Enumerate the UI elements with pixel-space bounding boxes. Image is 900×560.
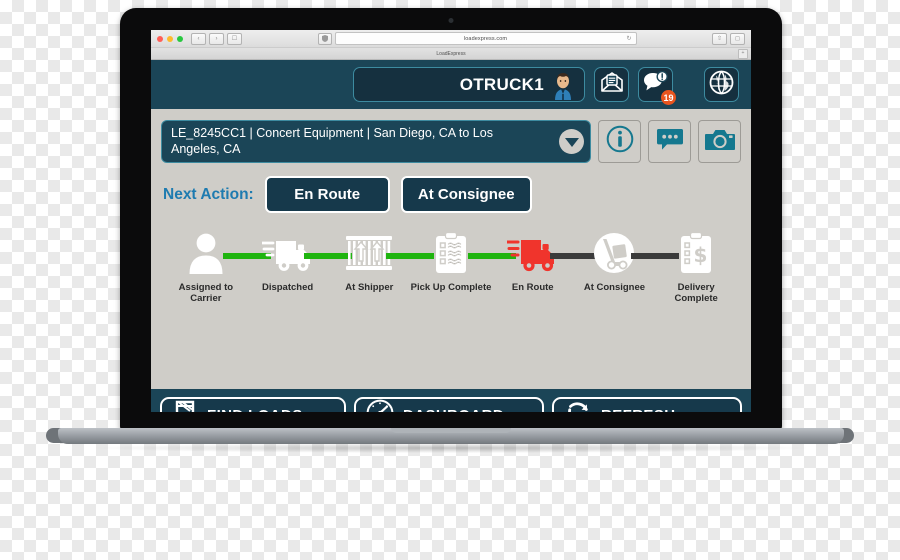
- progress-step-at-consignee[interactable]: At Consignee: [574, 231, 680, 293]
- app-header: OTRUCK1 19: [151, 60, 751, 109]
- shield-icon[interactable]: [317, 32, 332, 45]
- mail-button[interactable]: [594, 67, 629, 102]
- refresh-label: REFRESH: [601, 407, 675, 412]
- progress-step-assigned-to-carrier[interactable]: Assigned to Carrier: [165, 231, 271, 305]
- progress-step-label: At Consignee: [583, 282, 646, 293]
- progress-step-pick-up-complete[interactable]: Pick Up Complete: [410, 231, 516, 293]
- alerts-button[interactable]: 19: [638, 67, 676, 105]
- refresh-button[interactable]: REFRESH: [552, 397, 742, 412]
- progress-step-label: Delivery Complete: [674, 282, 718, 305]
- reload-icon[interactable]: ↻: [626, 36, 631, 42]
- globe-button[interactable]: [704, 67, 739, 102]
- dashboard-label: DASHBOARD: [403, 407, 504, 412]
- progress-step-label: At Shipper: [345, 282, 394, 293]
- load-message-button[interactable]: [648, 120, 691, 163]
- browser-right-buttons[interactable]: ⇧ ◻: [712, 32, 745, 45]
- alerts-badge: 19: [661, 90, 676, 105]
- load-info-button[interactable]: [598, 120, 641, 163]
- laptop-base: [58, 428, 844, 444]
- next-action-row: Next Action: En Route At Consignee: [161, 176, 741, 213]
- app-footer: FIND LOADS: [151, 389, 751, 412]
- envelope-icon: [600, 71, 624, 98]
- user-name: OTRUCK1: [459, 74, 544, 94]
- progress-step-delivery-complete[interactable]: $ Delivery Complete: [655, 231, 737, 305]
- progress-stepper: Assigned to Carrier Dispatched At Shippe…: [161, 231, 741, 305]
- url-text: loadexpress.com: [463, 35, 508, 42]
- person-icon: [186, 231, 226, 275]
- camera-icon: [704, 127, 735, 157]
- clipboard-dollar-icon: $: [679, 231, 713, 275]
- info-icon: [606, 125, 634, 158]
- svg-text:$: $: [694, 243, 708, 267]
- magnet-search-icon: [172, 399, 198, 412]
- laptop-shadow: [96, 443, 806, 453]
- next-action-at-consignee-button[interactable]: At Consignee: [400, 176, 532, 213]
- user-avatar-icon: [548, 70, 578, 100]
- address-bar[interactable]: loadexpress.com ↻: [334, 32, 637, 45]
- laptop-screen: ‹ › ☐ loadexpress.com ↻ ⇧ ◻ LoadExpress …: [151, 30, 751, 412]
- chevron-down-circle-icon[interactable]: [559, 129, 584, 154]
- progress-step-label: Dispatched: [261, 282, 314, 293]
- progress-step-label: Pick Up Complete: [410, 282, 492, 293]
- progress-step-label: Assigned to Carrier: [178, 282, 234, 305]
- minimize-window-icon[interactable]: [167, 35, 173, 42]
- clipboard-icon: [434, 231, 468, 275]
- load-summary-row: LE_8245CC1 | Concert Equipment | San Die…: [161, 120, 741, 163]
- laptop-lid: ‹ › ☐ loadexpress.com ↻ ⇧ ◻ LoadExpress …: [120, 8, 782, 432]
- dashboard-button[interactable]: DASHBOARD: [354, 397, 544, 412]
- browser-tab-bar[interactable]: LoadExpress +: [151, 47, 751, 59]
- tab-title: LoadExpress: [436, 50, 466, 57]
- load-camera-button[interactable]: [698, 120, 741, 163]
- main-content: LE_8245CC1 | Concert Equipment | San Die…: [151, 109, 751, 389]
- new-tab-icon[interactable]: ◻: [730, 32, 745, 45]
- refresh-icon: [564, 399, 592, 412]
- maximize-window-icon[interactable]: [177, 35, 183, 42]
- gauge-icon: [366, 399, 394, 412]
- back-icon[interactable]: ‹: [191, 32, 206, 45]
- progress-step-dispatched[interactable]: Dispatched: [247, 231, 353, 293]
- progress-step-at-shipper[interactable]: At Shipper: [328, 231, 435, 293]
- next-action-label: Next Action:: [163, 185, 254, 203]
- new-tab-button[interactable]: +: [738, 48, 748, 59]
- progress-step-label: En Route: [511, 282, 554, 293]
- load-selector[interactable]: LE_8245CC1 | Concert Equipment | San Die…: [161, 120, 591, 163]
- find-loads-button[interactable]: FIND LOADS: [160, 397, 346, 412]
- find-loads-label: FIND LOADS: [207, 407, 303, 412]
- address-bar-area: loadexpress.com ↻: [242, 32, 712, 45]
- globe-icon: [709, 70, 734, 100]
- load-summary-text: LE_8245CC1 | Concert Equipment | San Die…: [171, 126, 493, 156]
- next-action-en-route-button[interactable]: En Route: [264, 176, 390, 213]
- webcam-icon: [448, 18, 454, 23]
- browser-toolbar: ‹ › ☐ loadexpress.com ↻ ⇧ ◻: [151, 30, 751, 47]
- message-bubble-icon: [656, 126, 684, 157]
- forward-icon[interactable]: ›: [209, 32, 224, 45]
- close-window-icon[interactable]: [157, 35, 163, 42]
- sidebar-toggle-icon[interactable]: ☐: [227, 32, 242, 45]
- progress-step-en-route[interactable]: En Route: [492, 231, 598, 293]
- user-account-button[interactable]: OTRUCK1: [353, 67, 585, 102]
- laptop-mockup: ‹ › ☐ loadexpress.com ↻ ⇧ ◻ LoadExpress …: [0, 0, 900, 560]
- window-controls[interactable]: [157, 35, 183, 42]
- browser-nav-buttons[interactable]: ‹ › ☐: [191, 32, 242, 45]
- hand-truck-icon: [593, 231, 635, 275]
- browser-chrome: ‹ › ☐ loadexpress.com ↻ ⇧ ◻ LoadExpress …: [151, 30, 751, 60]
- share-icon[interactable]: ⇧: [712, 32, 727, 45]
